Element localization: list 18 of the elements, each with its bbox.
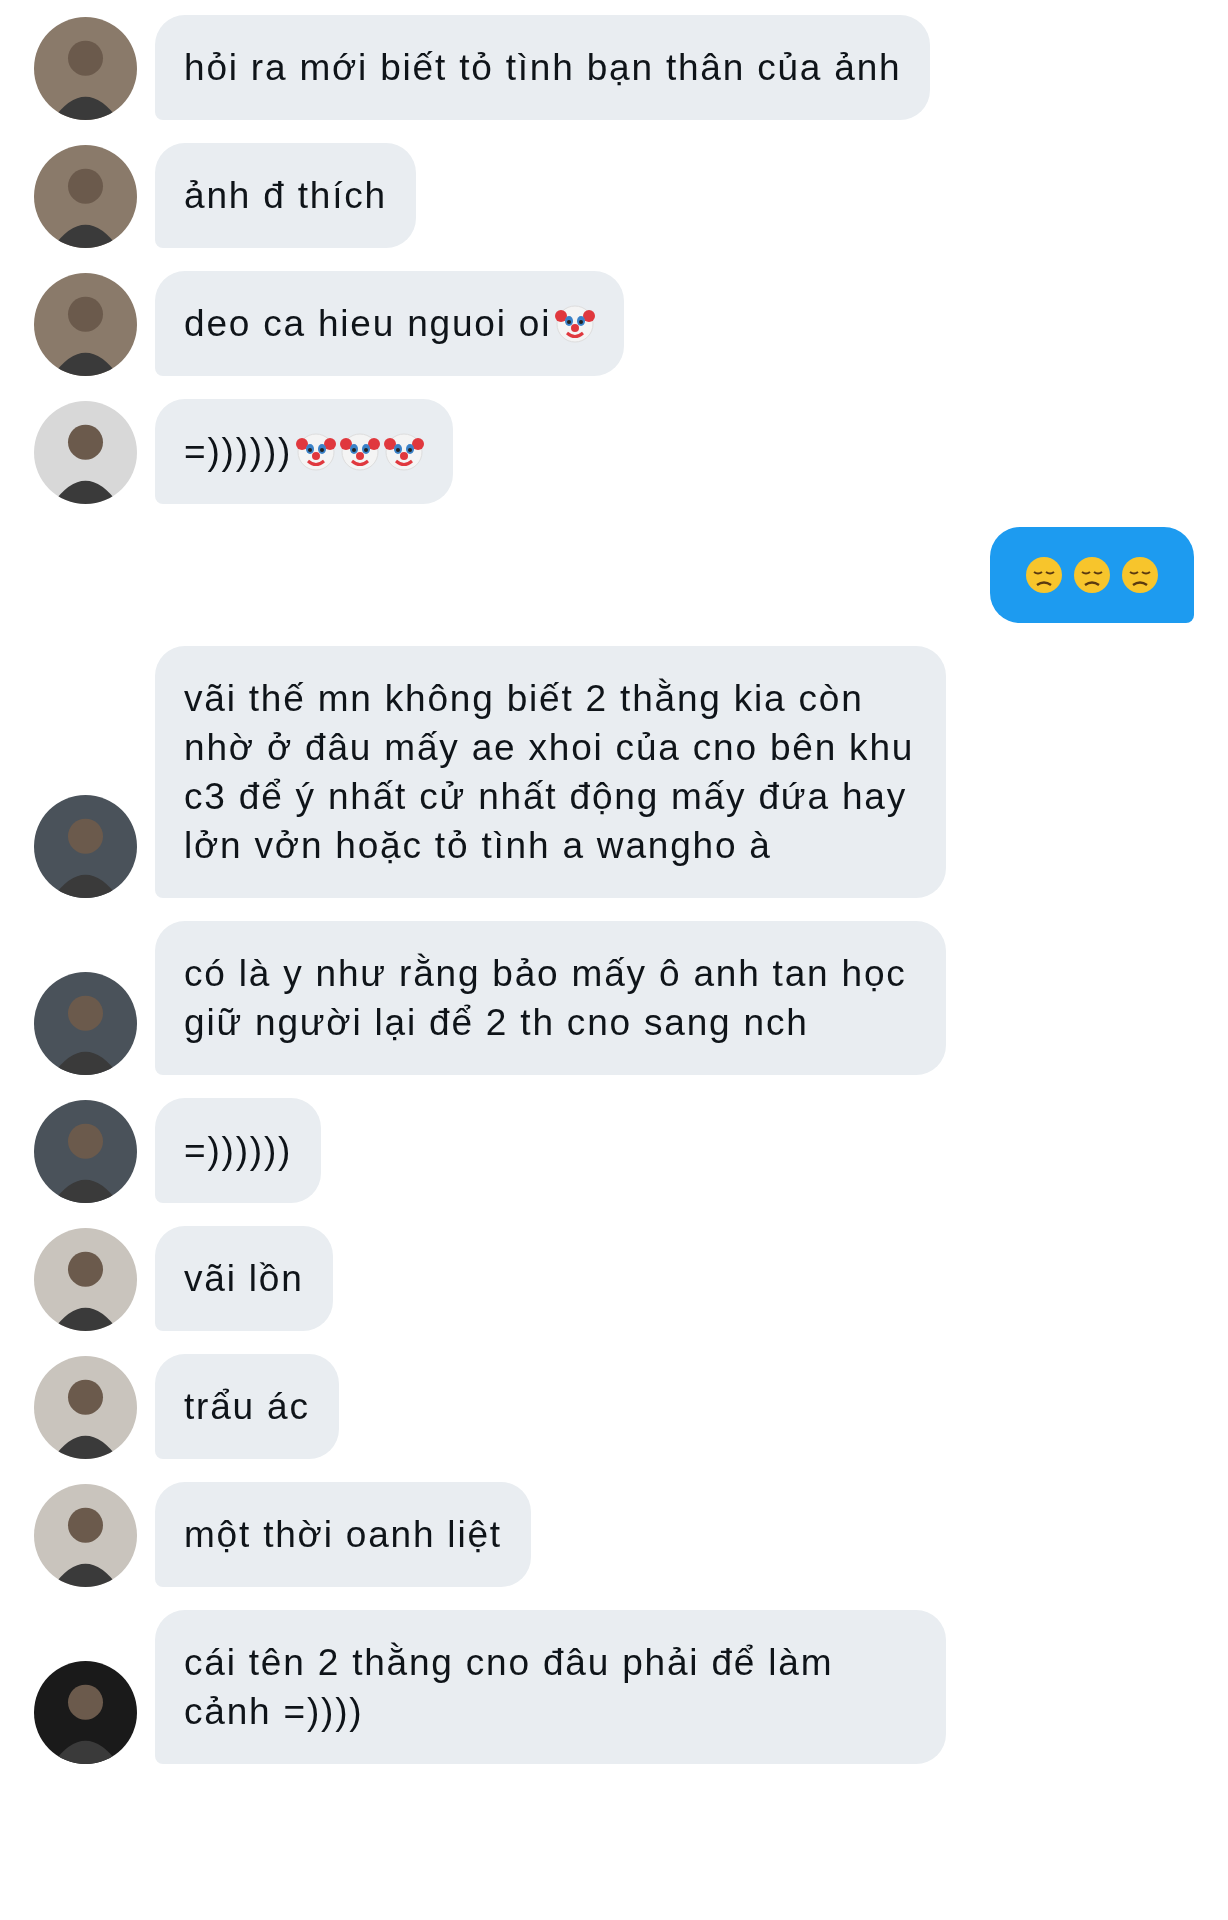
message-text: hỏi ra mới biết tỏ tình bạn thân của ảnh	[184, 47, 902, 88]
sad-face-icon	[1072, 555, 1112, 595]
message-text: có là y như rằng bảo mấy ô anh tan học giữ người lại để 2 th cno sang nch	[184, 953, 907, 1043]
clown-face-icon	[340, 432, 381, 472]
sad-face-icon	[1024, 555, 1064, 595]
message-text: cái tên 2 thằng cno đâu phải để làm cảnh =))))	[184, 1642, 834, 1732]
message-text: một thời oanh liệt	[184, 1514, 502, 1555]
clown-face-icon	[296, 432, 337, 472]
clown-face-icon	[555, 304, 596, 344]
message-text: =))))))	[184, 1130, 293, 1171]
message-text: trẩu ác	[184, 1386, 310, 1427]
clown-face-icon	[384, 432, 425, 472]
message-text: vãi thế mn không biết 2 thằng kia còn nhờ ở đâu mấy ae xhoi của cno bên khu c3 để ý nhất cử nhất động mấy đứa hay lởn vởn hoặc tỏ tình a wangho à	[184, 678, 915, 866]
sad-face-icon	[1120, 555, 1160, 595]
message-text: deo ca hieu nguoi oi	[184, 303, 552, 344]
message-text: =))))))	[184, 431, 293, 472]
message-text: vãi lồn	[184, 1258, 304, 1299]
message-text: ảnh đ thích	[184, 175, 387, 216]
